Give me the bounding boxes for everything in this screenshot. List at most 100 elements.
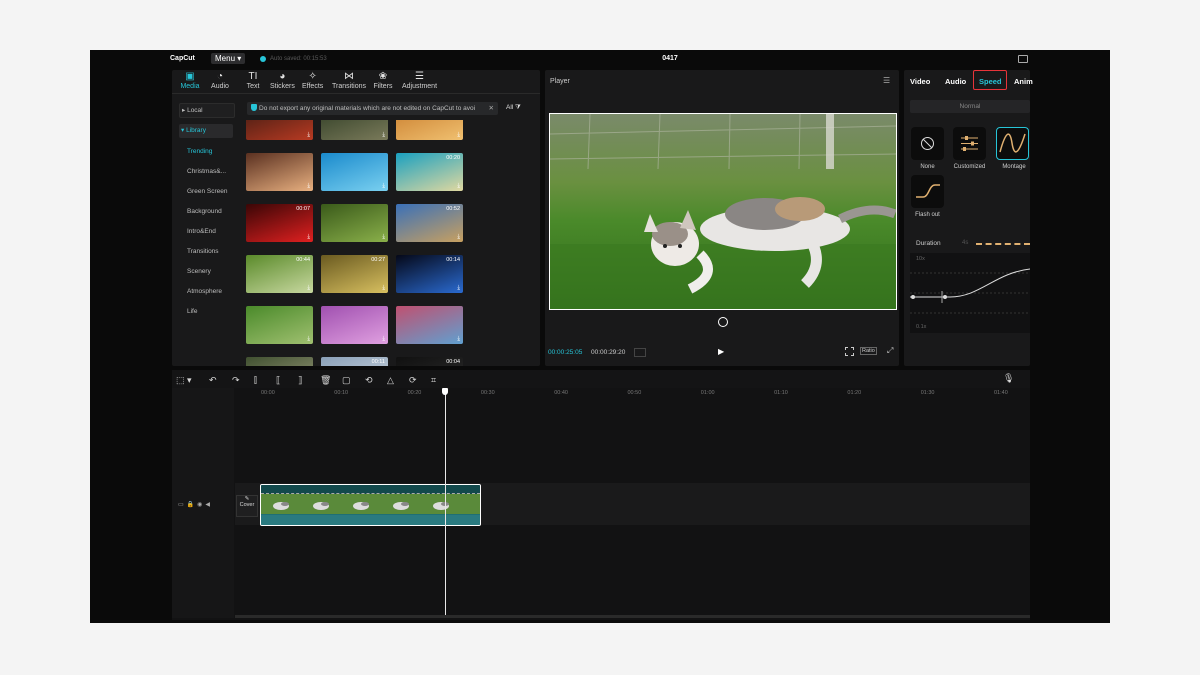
rotate-icon[interactable]: ⟳ — [409, 375, 417, 386]
download-icon[interactable]: ⤓ — [307, 234, 310, 241]
mirror-icon[interactable]: △ — [387, 375, 394, 386]
undo-icon[interactable]: ↶ — [209, 375, 217, 386]
sidebar-item-2[interactable]: Green Screen — [187, 188, 227, 195]
download-icon[interactable]: ⤓ — [307, 336, 310, 343]
media-thumbnail[interactable]: ⤓ — [321, 306, 388, 344]
preview-rotate-icon[interactable] — [718, 317, 728, 327]
sidebar-item-5[interactable]: Transitions — [187, 248, 219, 255]
media-thumbnail[interactable]: 00:14 ⤓ — [396, 255, 463, 293]
sidebar-item-4[interactable]: Intro&End — [187, 228, 216, 235]
split-left-icon[interactable]: ⟦ — [276, 375, 280, 386]
sidebar-item-6[interactable]: Scenery — [187, 268, 211, 275]
audio-mute-icon[interactable]: ◀ — [205, 502, 213, 508]
divider — [172, 93, 540, 94]
sidebar-library-label: Library — [186, 127, 206, 134]
sidebar-local-label: Local — [187, 107, 203, 114]
lock-icon[interactable]: 🔒 — [187, 502, 197, 508]
media-thumbnail[interactable]: ⤓ — [321, 153, 388, 191]
download-icon[interactable]: ⤓ — [307, 132, 310, 139]
download-icon[interactable]: ⤓ — [307, 183, 310, 190]
tab-effects[interactable]: ✧ Effects — [302, 71, 323, 90]
inspector-tab-audio[interactable]: Audio — [945, 77, 966, 86]
freeze-icon[interactable]: ▢ — [342, 375, 351, 386]
sidebar-item-1[interactable]: Christmas&... — [187, 168, 226, 175]
player-preview[interactable] — [549, 113, 897, 310]
media-thumbnail[interactable]: ⤓ — [246, 153, 313, 191]
inspector-tab-video[interactable]: Video — [910, 77, 930, 86]
sidebar-item-library[interactable]: ▾ Library — [179, 124, 233, 138]
player-menu-icon[interactable]: ☰ — [883, 76, 890, 85]
download-icon[interactable]: ⤓ — [382, 285, 385, 292]
download-icon[interactable]: ⤓ — [457, 183, 460, 190]
video-clip[interactable] — [260, 484, 481, 526]
sidebar-item-8[interactable]: Life — [187, 308, 197, 315]
duration-slider[interactable] — [976, 243, 1030, 247]
expand-icon[interactable]: ⤢ — [887, 346, 893, 356]
download-icon[interactable]: ⤓ — [382, 132, 385, 139]
download-icon[interactable]: ⤓ — [382, 234, 385, 241]
crop-icon[interactable]: ⌗ — [431, 375, 436, 386]
layout-icon[interactable] — [1018, 55, 1028, 63]
media-thumbnail[interactable]: 00:07 ⤓ — [246, 204, 313, 242]
media-thumbnail[interactable]: 00:44 ⤓ — [246, 255, 313, 293]
microphone-icon[interactable]: 🎙 — [1003, 373, 1014, 384]
sidebar-item-3[interactable]: Background — [187, 208, 222, 215]
tab-filters[interactable]: ❀ Filters — [373, 71, 393, 90]
ratio-button[interactable]: Ratio — [860, 347, 877, 355]
redo-icon[interactable]: ↷ — [232, 375, 240, 386]
media-thumbnail[interactable]: ⤓ — [321, 204, 388, 242]
download-icon[interactable]: ⤓ — [382, 336, 385, 343]
media-thumbnail[interactable]: ⤓ — [321, 120, 388, 140]
download-icon[interactable]: ⤓ — [457, 285, 460, 292]
download-icon[interactable]: ⤓ — [457, 132, 460, 139]
sidebar-item-local[interactable]: ▸ Local — [179, 103, 235, 118]
download-icon[interactable]: ⤓ — [457, 336, 460, 343]
menu-button[interactable]: Menu ▾ — [211, 53, 246, 64]
media-thumbnail[interactable]: ⤓ — [246, 306, 313, 344]
media-thumbnail[interactable]: 00:52 ⤓ — [396, 204, 463, 242]
sidebar-item-7[interactable]: Atmosphere — [187, 288, 222, 295]
media-thumbnail[interactable]: ⤓ — [246, 357, 313, 366]
media-thumbnail[interactable]: 00:04⤓ — [396, 357, 463, 366]
reverse-icon[interactable]: ⟲ — [365, 375, 373, 386]
media-thumbnail[interactable]: 00:20 ⤓ — [396, 153, 463, 191]
timeline-scrollbar[interactable] — [235, 615, 1030, 618]
speed-option-montage[interactable] — [996, 127, 1029, 160]
player-title: Player — [550, 78, 570, 85]
media-thumbnail[interactable]: 00:11⤓ — [321, 357, 388, 366]
duration-value: 4s — [962, 240, 969, 246]
playhead[interactable] — [445, 388, 446, 618]
delete-icon[interactable]: 🗑 — [320, 375, 331, 386]
media-thumbnail[interactable]: ⤓ — [246, 120, 313, 140]
tab-audio[interactable]: ◔ Audio — [210, 71, 230, 90]
media-thumbnail[interactable]: 00:27 ⤓ — [321, 255, 388, 293]
speed-option-none[interactable] — [911, 127, 944, 160]
split-right-icon[interactable]: ⟧ — [298, 375, 302, 386]
speed-option-flash-out[interactable] — [911, 175, 944, 208]
inspector-tab-anim[interactable]: Anim — [1014, 77, 1033, 86]
download-icon[interactable]: ⤓ — [457, 234, 460, 241]
inspector-tab-speed[interactable]: Speed — [979, 77, 1002, 86]
tab-media[interactable]: ▣ Media — [180, 71, 200, 90]
speed-mode-bar[interactable]: Normal — [910, 100, 1030, 113]
download-icon[interactable]: ⤓ — [382, 183, 385, 190]
tab-transitions[interactable]: ⋈ Transitions — [332, 71, 366, 90]
close-icon[interactable]: ✕ — [489, 102, 494, 115]
split-icon[interactable]: ⫿ — [254, 375, 257, 386]
select-icon[interactable]: ⬚ ▾ — [176, 375, 192, 386]
media-thumbnail[interactable]: ⤓ — [396, 306, 463, 344]
tab-adjustment[interactable]: ☰ Adjustment — [402, 71, 437, 90]
speed-option-customized[interactable] — [953, 127, 986, 160]
filter-all-button[interactable]: All ⧩ — [506, 104, 521, 112]
tab-stickers[interactable]: ◕ Stickers — [270, 71, 295, 90]
speed-graph[interactable] — [910, 253, 1031, 333]
media-thumbnail[interactable]: ⤓ — [396, 120, 463, 140]
download-icon[interactable]: ⤓ — [307, 285, 310, 292]
sidebar-item-0[interactable]: Trending — [187, 148, 212, 155]
tab-text[interactable]: TI Text — [243, 71, 263, 90]
cover-button[interactable]: ✎ Cover — [236, 495, 258, 517]
playhead-handle[interactable] — [442, 388, 448, 395]
play-button[interactable]: ▶ — [718, 347, 724, 356]
track-hide-icon[interactable]: ▭ — [178, 502, 187, 508]
fullscreen-crop-icon[interactable] — [845, 347, 854, 356]
